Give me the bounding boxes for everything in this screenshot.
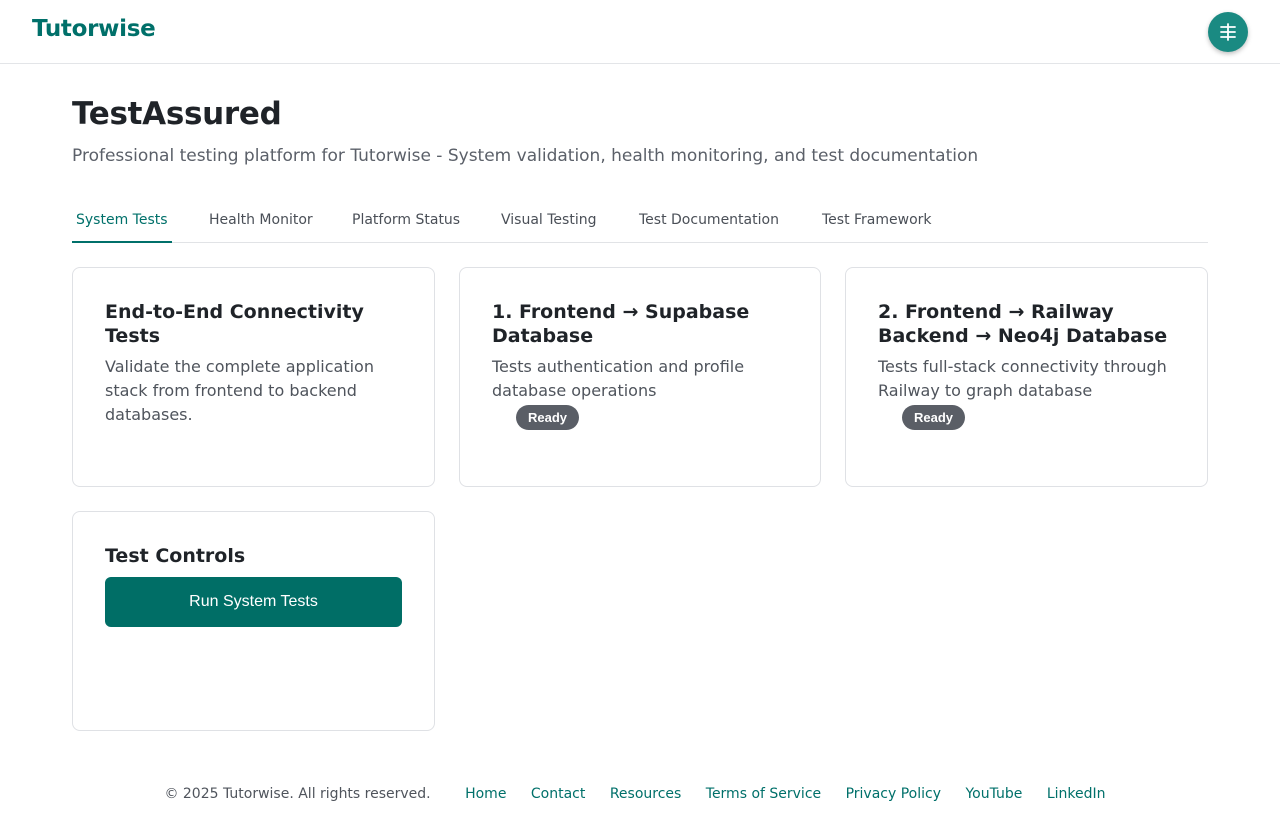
- footer: © 2025 Tutorwise. All rights reserved. H…: [0, 786, 1280, 810]
- tab-bar: System Tests Health Monitor Platform Sta…: [72, 202, 1208, 243]
- footer-link-privacy[interactable]: Privacy Policy: [846, 786, 941, 802]
- card-title: End-to-End Connectivity Tests: [105, 301, 364, 347]
- footer-link-youtube[interactable]: YouTube: [965, 786, 1022, 802]
- menu-icon: [1220, 23, 1236, 41]
- footer-link-resources[interactable]: Resources: [610, 786, 682, 802]
- card-title: 2. Frontend → Railway Backend → Neo4j Da…: [878, 301, 1168, 347]
- card-test-controls: Test Controls Run System Tests: [72, 511, 435, 731]
- page-title: TestAssured: [72, 96, 282, 132]
- status-badge: Ready: [902, 405, 966, 430]
- page-subtitle: Professional testing platform for Tutorw…: [72, 146, 979, 166]
- card-title: Test Controls: [105, 545, 246, 567]
- tab-visual-testing[interactable]: Visual Testing: [497, 202, 600, 242]
- tab-platform-status[interactable]: Platform Status: [348, 202, 464, 242]
- run-system-tests-button[interactable]: Run System Tests: [105, 577, 402, 627]
- menu-button[interactable]: [1208, 12, 1248, 52]
- footer-link-terms[interactable]: Terms of Service: [706, 786, 821, 802]
- card-e2e-connectivity: End-to-End Connectivity Tests Validate t…: [72, 267, 435, 487]
- tab-system-tests[interactable]: System Tests: [72, 202, 172, 243]
- tab-health-monitor[interactable]: Health Monitor: [205, 202, 317, 242]
- card-supabase-test: 1. Frontend → Supabase Database Tests au…: [459, 267, 821, 487]
- footer-link-linkedin[interactable]: LinkedIn: [1047, 786, 1106, 802]
- status-badge: Ready: [516, 405, 580, 430]
- card-description: Tests authentication and profile databas…: [492, 357, 745, 400]
- logo[interactable]: Tutorwise: [32, 16, 156, 42]
- footer-copyright: © 2025 Tutorwise. All rights reserved.: [164, 786, 431, 802]
- footer-link-home[interactable]: Home: [465, 786, 506, 802]
- card-description: Tests full-stack connectivity through Ra…: [878, 357, 1167, 400]
- footer-link-contact[interactable]: Contact: [531, 786, 585, 802]
- card-title: 1. Frontend → Supabase Database: [492, 301, 750, 347]
- tab-test-documentation[interactable]: Test Documentation: [635, 202, 783, 242]
- top-header: Tutorwise: [0, 0, 1280, 64]
- card-railway-neo4j-test: 2. Frontend → Railway Backend → Neo4j Da…: [845, 267, 1208, 487]
- card-description: Validate the complete application stack …: [105, 357, 374, 424]
- tab-test-framework[interactable]: Test Framework: [818, 202, 936, 242]
